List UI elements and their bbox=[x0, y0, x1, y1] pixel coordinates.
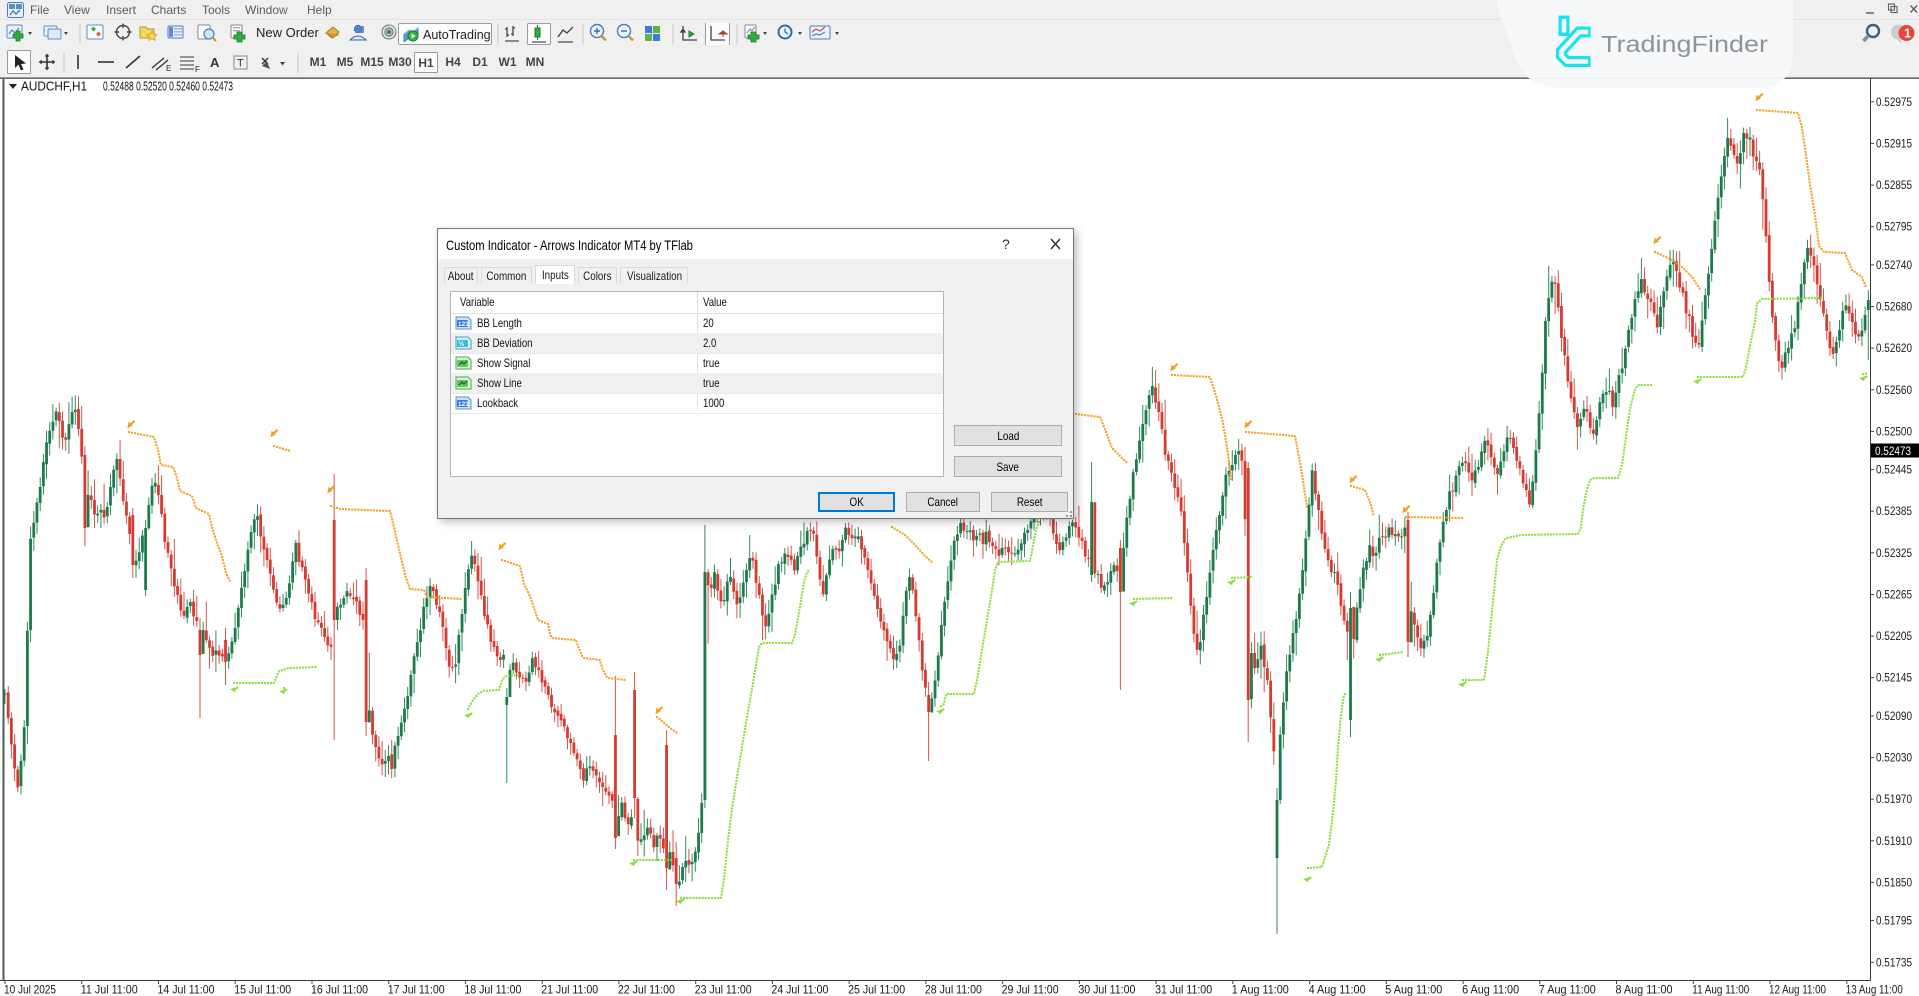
svg-text:10 Jul 2025: 10 Jul 2025 bbox=[4, 983, 56, 996]
svg-text:0.52500: 0.52500 bbox=[1876, 424, 1912, 438]
svg-text:0.52445: 0.52445 bbox=[1876, 463, 1912, 477]
svg-text:0.52620: 0.52620 bbox=[1876, 341, 1912, 355]
svg-text:0.52855: 0.52855 bbox=[1876, 178, 1912, 192]
svg-text:E: E bbox=[166, 64, 171, 73]
svg-text:0.51910: 0.51910 bbox=[1876, 834, 1912, 848]
svg-text:31 Jul 11:00: 31 Jul 11:00 bbox=[1155, 983, 1212, 996]
svg-text:13 Aug 11:00: 13 Aug 11:00 bbox=[1846, 983, 1903, 996]
svg-text:11 Aug 11:00: 11 Aug 11:00 bbox=[1692, 983, 1749, 996]
svg-text:29 Jul 11:00: 29 Jul 11:00 bbox=[1002, 983, 1059, 996]
svg-text:0.52488 0.52520 0.52460 0.5247: 0.52488 0.52520 0.52460 0.52473 bbox=[103, 80, 233, 94]
svg-text:0.52680: 0.52680 bbox=[1876, 300, 1912, 314]
svg-text:0.52145: 0.52145 bbox=[1876, 671, 1912, 685]
svg-text:11 Jul 11:00: 11 Jul 11:00 bbox=[81, 983, 138, 996]
svg-text:28 Jul 11:00: 28 Jul 11:00 bbox=[925, 983, 982, 996]
svg-text:0.52385: 0.52385 bbox=[1876, 504, 1912, 518]
svg-text:123: 123 bbox=[458, 401, 469, 408]
svg-text:0.52975: 0.52975 bbox=[1876, 95, 1912, 109]
svg-text:0.52325: 0.52325 bbox=[1876, 546, 1912, 560]
svg-text:12 Aug 11:00: 12 Aug 11:00 bbox=[1769, 983, 1826, 996]
svg-text:0.52473: 0.52473 bbox=[1875, 444, 1911, 458]
svg-text:F: F bbox=[195, 65, 200, 74]
svg-text:A: A bbox=[210, 55, 220, 70]
svg-text:25 Jul 11:00: 25 Jul 11:00 bbox=[848, 983, 905, 996]
svg-text:16 Jul 11:00: 16 Jul 11:00 bbox=[311, 983, 368, 996]
svg-text:6 Aug 11:00: 6 Aug 11:00 bbox=[1462, 983, 1519, 996]
svg-text:17 Jul 11:00: 17 Jul 11:00 bbox=[388, 983, 445, 996]
svg-text:4 Aug 11:00: 4 Aug 11:00 bbox=[1309, 983, 1366, 996]
svg-text:23 Jul 11:00: 23 Jul 11:00 bbox=[695, 983, 752, 996]
svg-text:0.51850: 0.51850 bbox=[1876, 875, 1912, 889]
svg-text:0.51795: 0.51795 bbox=[1876, 914, 1912, 928]
svg-text:0.51970: 0.51970 bbox=[1876, 792, 1912, 806]
svg-text:8 Aug 11:00: 8 Aug 11:00 bbox=[1616, 983, 1673, 996]
svg-text:30 Jul 11:00: 30 Jul 11:00 bbox=[1078, 983, 1135, 996]
svg-text:1: 1 bbox=[1904, 27, 1911, 41]
svg-text:18 Jul 11:00: 18 Jul 11:00 bbox=[464, 983, 521, 996]
svg-text:0.51735: 0.51735 bbox=[1876, 955, 1912, 969]
svg-text:21 Jul 11:00: 21 Jul 11:00 bbox=[541, 983, 598, 996]
svg-text:0.52740: 0.52740 bbox=[1876, 258, 1912, 272]
svg-text:123: 123 bbox=[458, 321, 469, 328]
svg-text:0.52090: 0.52090 bbox=[1876, 709, 1912, 723]
svg-text:TradingFinder: TradingFinder bbox=[1601, 31, 1768, 57]
svg-text:0.52795: 0.52795 bbox=[1876, 220, 1912, 234]
svg-text:AUDCHF,H1: AUDCHF,H1 bbox=[21, 80, 87, 94]
svg-text:0.52265: 0.52265 bbox=[1876, 588, 1912, 602]
svg-text:0.52560: 0.52560 bbox=[1876, 383, 1912, 397]
svg-text:0.52915: 0.52915 bbox=[1876, 136, 1912, 150]
svg-text:New Order: New Order bbox=[256, 25, 320, 40]
svg-text:0.52205: 0.52205 bbox=[1876, 629, 1912, 643]
svg-text:1 Aug 11:00: 1 Aug 11:00 bbox=[1232, 983, 1289, 996]
svg-text:0.52030: 0.52030 bbox=[1876, 751, 1912, 765]
svg-text:?: ? bbox=[1002, 236, 1010, 252]
svg-text:T: T bbox=[237, 58, 244, 70]
svg-text:7 Aug 11:00: 7 Aug 11:00 bbox=[1539, 983, 1596, 996]
svg-text:24 Jul 11:00: 24 Jul 11:00 bbox=[771, 983, 828, 996]
svg-text:14 Jul 11:00: 14 Jul 11:00 bbox=[158, 983, 215, 996]
svg-text:½: ½ bbox=[459, 340, 465, 348]
svg-text:5 Aug 11:00: 5 Aug 11:00 bbox=[1385, 983, 1442, 996]
svg-text:15 Jul 11:00: 15 Jul 11:00 bbox=[234, 983, 291, 996]
svg-text:22 Jul 11:00: 22 Jul 11:00 bbox=[618, 983, 675, 996]
